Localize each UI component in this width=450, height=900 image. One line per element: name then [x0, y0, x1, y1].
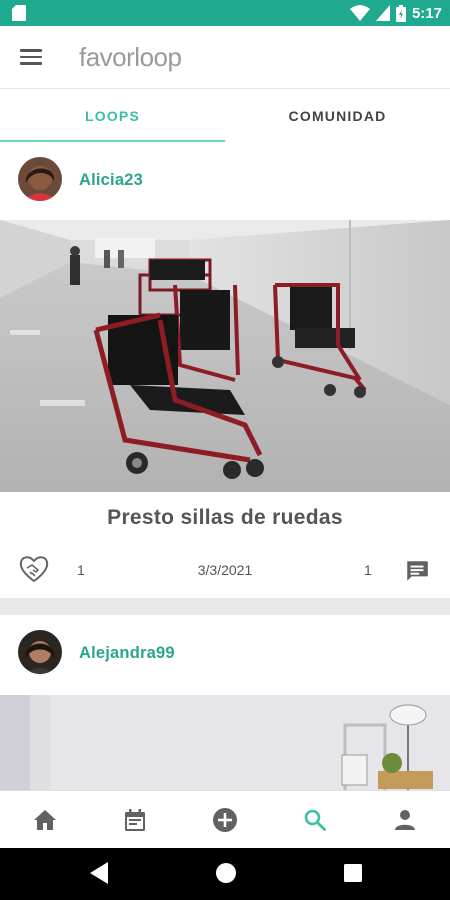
app-logo: favorloop: [79, 42, 182, 72]
avatar[interactable]: [18, 157, 62, 201]
feed[interactable]: Alicia23 Presto sillas de ruedas 1 3/3/2…: [0, 142, 450, 790]
post-username[interactable]: Alejandra99: [79, 644, 175, 663]
system-navigation-bar: [0, 848, 450, 900]
post-card[interactable]: Alejandra99: [0, 615, 450, 790]
add-circle-icon: [213, 808, 237, 832]
post-header: Alicia23: [0, 142, 450, 220]
status-bar: 5:17: [0, 0, 450, 26]
comments-count: 1: [364, 562, 372, 578]
app-bar: favorloop: [0, 26, 450, 88]
recents-icon[interactable]: [344, 864, 362, 882]
tab-bar: LOOPS COMUNIDAD: [0, 88, 450, 143]
comment-icon[interactable]: [404, 558, 430, 584]
post-username[interactable]: Alicia23: [79, 171, 143, 190]
clock: 5:17: [411, 4, 442, 22]
post-title[interactable]: Presto sillas de ruedas: [0, 506, 450, 530]
sd-card-icon: [12, 5, 26, 21]
hamburger-menu-icon[interactable]: [18, 46, 44, 68]
nav-calendar[interactable]: [90, 791, 180, 849]
nav-home[interactable]: [0, 791, 90, 849]
nav-add[interactable]: [180, 791, 270, 849]
avatar[interactable]: [18, 630, 62, 674]
back-icon[interactable]: [90, 862, 108, 884]
post-date: 3/3/2021: [197, 562, 253, 578]
post-card[interactable]: Alicia23 Presto sillas de ruedas 1 3/3/2…: [0, 142, 450, 598]
post-image[interactable]: [0, 695, 450, 790]
search-icon: [304, 809, 326, 831]
tab-comunidad[interactable]: COMUNIDAD: [225, 89, 450, 143]
status-icons: 5:17: [349, 3, 442, 23]
post-header: Alejandra99: [0, 615, 450, 693]
post-image[interactable]: [0, 220, 450, 492]
bottom-navigation: [0, 790, 450, 848]
screen: 5:17 favorloop LOOPS COMUNIDAD Alicia23 …: [0, 0, 450, 900]
calendar-icon: [125, 809, 145, 831]
home-icon: [34, 810, 56, 830]
home-circle-icon[interactable]: [215, 862, 237, 884]
battery-icon: [395, 4, 406, 22]
signal-icon: [375, 5, 390, 21]
nav-search[interactable]: [270, 791, 360, 849]
wifi-icon: [349, 5, 370, 21]
tab-loops[interactable]: LOOPS: [0, 89, 225, 143]
nav-profile[interactable]: [360, 791, 450, 849]
post-footer: 1 3/3/2021 1: [0, 546, 450, 594]
person-icon: [395, 810, 415, 830]
